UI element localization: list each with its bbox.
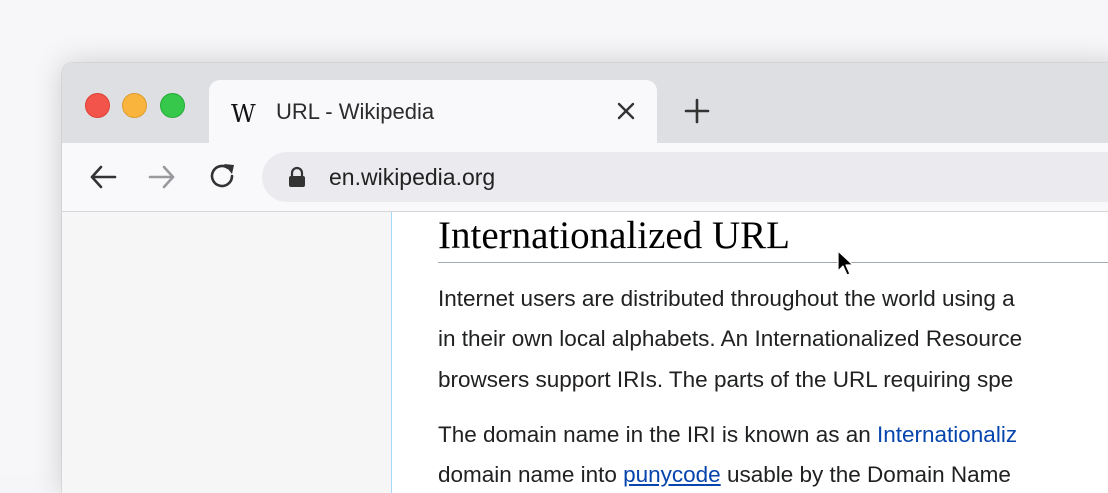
tab-title: URL - Wikipedia <box>276 99 435 124</box>
para2-text: domain name into <box>438 462 624 487</box>
minimize-window-icon[interactable] <box>122 93 147 118</box>
tab-url-wikipedia[interactable]: W URL - Wikipedia <box>209 80 657 143</box>
page-content: Internationalized URL Internet users are… <box>62 212 1108 493</box>
reload-icon[interactable] <box>207 161 239 193</box>
paragraph-2-line-1: The domain name in the IRI is known as a… <box>438 422 1017 448</box>
internationalized-link[interactable]: Internationaliz <box>877 422 1017 447</box>
url-text[interactable]: en.wikipedia.org <box>329 164 495 191</box>
punycode-link[interactable]: punycode <box>623 462 721 487</box>
address-bar[interactable]: en.wikipedia.org <box>262 152 1108 202</box>
tab-strip: W URL - Wikipedia <box>62 63 1108 143</box>
lock-icon <box>289 166 305 187</box>
paragraph-line-3: browsers support IRIs. The parts of the … <box>438 367 1014 392</box>
wiki-sidebar <box>62 212 392 493</box>
toolbar: en.wikipedia.org <box>62 143 1108 212</box>
browser-window: W URL - Wikipedia en.wikipedia.org Inter… <box>62 63 1108 493</box>
mouse-cursor-icon <box>837 250 854 276</box>
paragraph-line-1: Internet users are distributed throughou… <box>438 286 1015 311</box>
page-title: Internationalized URL <box>438 214 790 257</box>
wikipedia-favicon: W <box>231 100 256 128</box>
heading-divider <box>438 262 1108 263</box>
close-window-icon[interactable] <box>85 93 110 118</box>
close-tab-icon[interactable] <box>613 98 639 124</box>
back-arrow-icon[interactable] <box>87 161 119 193</box>
para2-text: The domain name in the IRI is known as a… <box>438 422 877 447</box>
zoom-window-icon[interactable] <box>160 93 185 118</box>
forward-arrow-icon[interactable] <box>146 161 178 193</box>
para2-text: usable by the Domain Name <box>720 462 1011 487</box>
plus-icon[interactable] <box>682 96 712 126</box>
paragraph-line-2: in their own local alphabets. An Interna… <box>438 326 1023 351</box>
article-body: Internationalized URL Internet users are… <box>438 212 1108 493</box>
paragraph-2-line-2: domain name into punycode usable by the … <box>438 462 1011 488</box>
